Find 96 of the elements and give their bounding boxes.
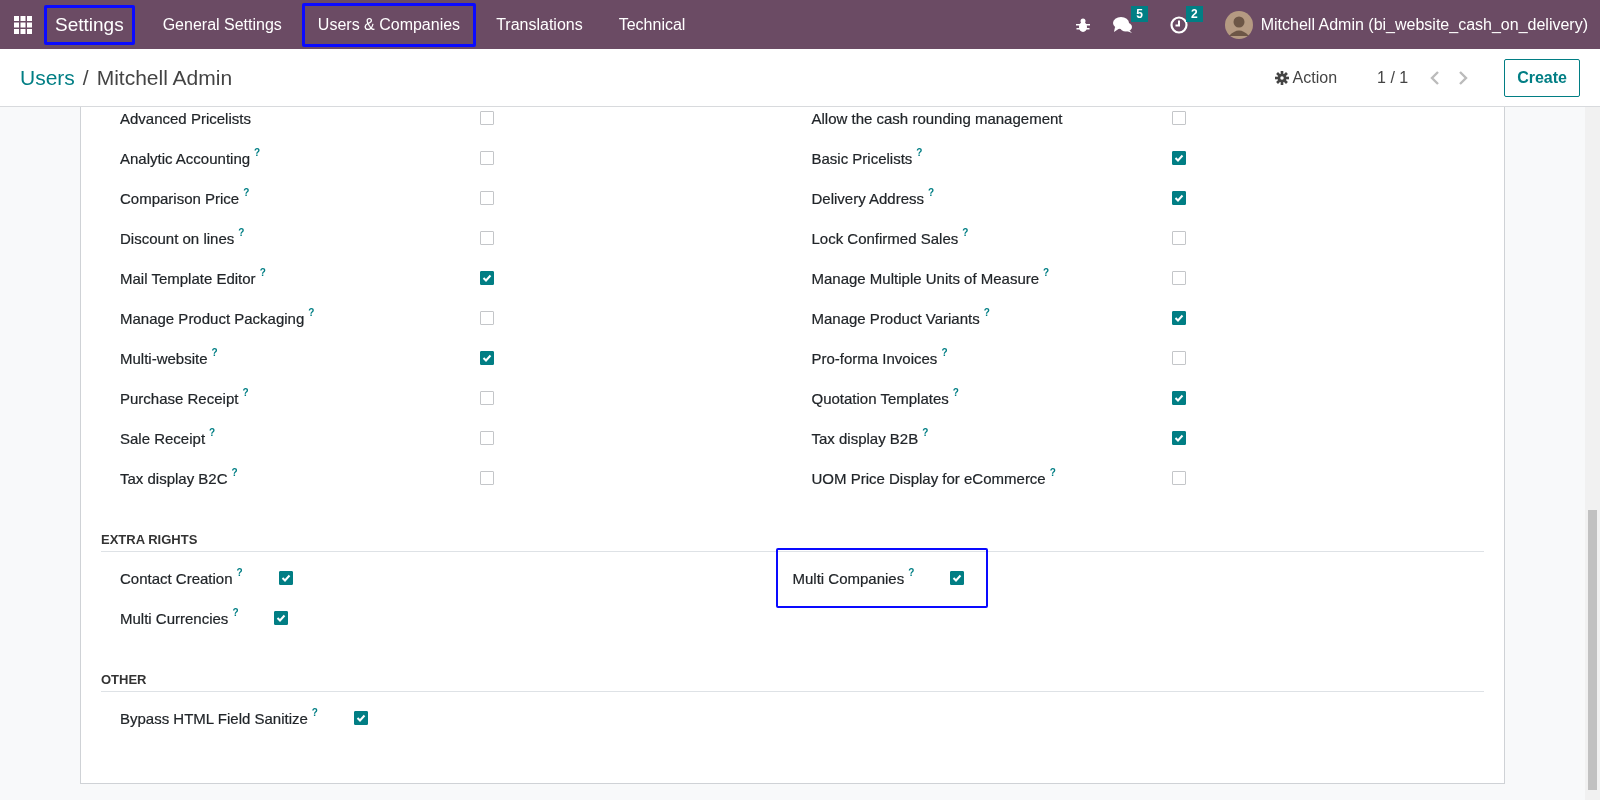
field-label: Manage Multiple Units of Measure [811, 269, 1040, 287]
checkbox[interactable] [480, 471, 494, 485]
help-tooltip-mark[interactable]: ? [236, 566, 243, 578]
help-tooltip-mark[interactable]: ? [238, 226, 245, 238]
help-tooltip-mark[interactable]: ? [916, 146, 923, 158]
help-tooltip-mark[interactable]: ? [243, 186, 250, 198]
apps-menu-icon[interactable] [14, 15, 32, 34]
checkbox[interactable] [480, 231, 494, 245]
next-icon[interactable] [1458, 70, 1469, 85]
checkbox[interactable] [1171, 151, 1186, 165]
menu-item[interactable]: Technical [602, 2, 702, 47]
checkbox[interactable] [1171, 311, 1186, 325]
field-label: Tax display B2B [811, 429, 919, 447]
field-label: Comparison Price [120, 189, 240, 207]
field-label: Purchase Receipt [120, 389, 239, 407]
help-tooltip-mark[interactable]: ? [254, 146, 261, 158]
field-label: Manage Product Packaging [120, 309, 305, 327]
field-label: Multi Currencies [120, 609, 229, 627]
previous-icon[interactable] [1430, 70, 1441, 85]
help-tooltip-mark[interactable]: ? [908, 566, 915, 578]
checkbox[interactable] [480, 391, 494, 405]
checkbox[interactable] [1171, 191, 1186, 205]
field-label: Multi Companies [792, 569, 905, 587]
field-label: Contact Creation [120, 569, 233, 587]
help-tooltip-mark[interactable]: ? [231, 466, 238, 478]
clock-icon[interactable] [1170, 15, 1189, 34]
help-tooltip-mark[interactable]: ? [232, 606, 239, 618]
checkbox[interactable] [1171, 271, 1186, 285]
checkbox[interactable] [950, 571, 965, 585]
help-tooltip-mark[interactable]: ? [311, 706, 318, 718]
section-title: OTHER [101, 650, 1484, 692]
field-label: Multi-website [120, 349, 208, 367]
help-tooltip-mark[interactable]: ? [308, 306, 315, 318]
checkbox[interactable] [480, 351, 494, 365]
help-tooltip-mark[interactable]: ? [983, 306, 990, 318]
help-tooltip-mark[interactable]: ? [941, 346, 948, 358]
help-tooltip-mark[interactable]: ? [1043, 266, 1050, 278]
menu-item[interactable]: Translations [480, 2, 599, 47]
field-label: Allow the cash rounding management [811, 109, 1063, 127]
field-label: Pro-forma Invoices [811, 349, 938, 367]
app-title[interactable]: Settings [44, 4, 135, 45]
field-label: UOM Price Display for eCommerce [811, 469, 1046, 487]
checkbox[interactable] [480, 191, 494, 205]
checkbox[interactable] [480, 431, 494, 445]
help-tooltip-mark[interactable]: ? [211, 346, 218, 358]
field-label: Bypass HTML Field Sanitize [120, 709, 308, 727]
checkbox[interactable] [1171, 351, 1186, 365]
action-button[interactable]: Action [1266, 64, 1346, 91]
help-tooltip-mark[interactable]: ? [1049, 466, 1056, 478]
checkbox[interactable] [1171, 231, 1186, 245]
bug-icon[interactable] [1075, 16, 1092, 33]
breadcrumb-current: Mitchell Admin [96, 65, 233, 90]
breadcrumb-link[interactable]: Users [20, 65, 75, 90]
breadcrumb-separator: / [82, 65, 89, 90]
help-tooltip-mark[interactable]: ? [209, 426, 216, 438]
help-tooltip-mark[interactable]: ? [259, 266, 266, 278]
menu-item[interactable]: General Settings [146, 2, 298, 47]
pager-value: 1 / 1 [1377, 68, 1409, 87]
checkbox[interactable] [274, 611, 289, 625]
field-label: Discount on lines [120, 229, 235, 247]
section-title: EXTRA RIGHTS [101, 510, 1484, 552]
help-tooltip-mark[interactable]: ? [928, 186, 935, 198]
scrollbar[interactable] [1585, 107, 1600, 800]
checkbox[interactable] [1171, 111, 1186, 125]
user-name[interactable]: Mitchell Admin (bi_website_cash_on_delivery) [1260, 15, 1588, 34]
help-tooltip-mark[interactable]: ? [962, 226, 969, 238]
gear-icon [1274, 70, 1289, 85]
checkbox[interactable] [1171, 471, 1186, 485]
field-label: Quotation Templates [811, 389, 949, 407]
help-tooltip-mark[interactable]: ? [952, 386, 959, 398]
help-tooltip-mark[interactable]: ? [242, 386, 249, 398]
count-badge: 5 [1131, 5, 1149, 22]
checkbox[interactable] [278, 571, 293, 585]
menu-item[interactable]: Users & Companies [301, 2, 477, 47]
field-label: Tax display B2C [120, 469, 228, 487]
checkbox[interactable] [480, 271, 494, 285]
checkbox[interactable] [480, 111, 494, 125]
avatar-icon[interactable] [1224, 10, 1253, 39]
checkbox[interactable] [1171, 391, 1186, 405]
count-badge: 2 [1186, 5, 1203, 22]
field-label: Sale Receipt [120, 429, 206, 447]
scrollbar-thumb[interactable] [1588, 510, 1597, 790]
checkbox[interactable] [1171, 431, 1186, 445]
field-label: Mail Template Editor [120, 269, 256, 287]
field-label: Delivery Address [811, 189, 925, 207]
field-label: Lock Confirmed Sales [811, 229, 959, 247]
help-tooltip-mark[interactable]: ? [922, 426, 929, 438]
checkbox[interactable] [480, 311, 494, 325]
field-label: Basic Pricelists [811, 149, 913, 167]
checkbox[interactable] [353, 711, 368, 725]
checkbox[interactable] [480, 151, 494, 165]
field-label: Analytic Accounting [120, 149, 251, 167]
field-label: Advanced Pricelists [120, 109, 251, 127]
field-label: Manage Product Variants [811, 309, 980, 327]
chat-icon[interactable] [1113, 15, 1134, 34]
create-button[interactable]: Create [1504, 58, 1580, 97]
